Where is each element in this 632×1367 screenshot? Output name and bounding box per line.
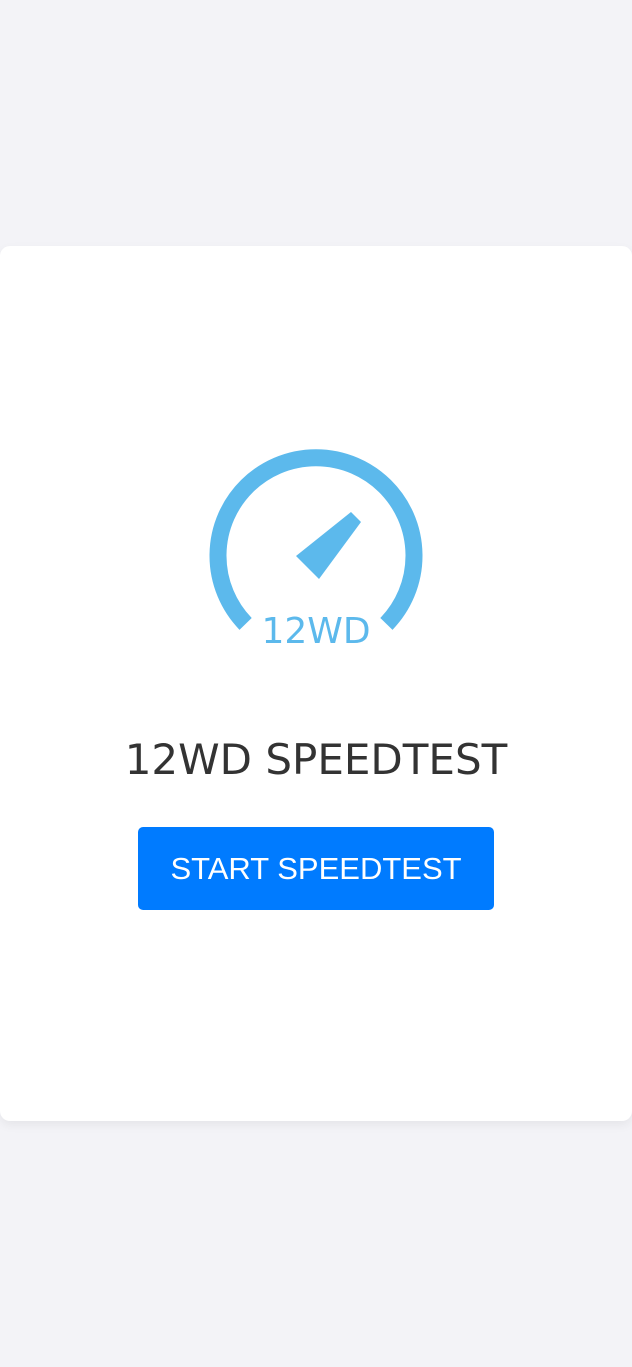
start-speedtest-button[interactable]: START SPEEDTEST	[138, 827, 494, 910]
speedtest-card: 12WD 12WD SPEEDTEST START SPEEDTEST	[0, 246, 632, 1121]
speedometer-logo: 12WD	[206, 446, 426, 656]
gauge-needle	[296, 512, 361, 579]
speedometer-icon: 12WD	[209, 449, 423, 652]
logo-text: 12WD	[261, 611, 370, 652]
page-title: 12WD SPEEDTEST	[124, 735, 508, 784]
